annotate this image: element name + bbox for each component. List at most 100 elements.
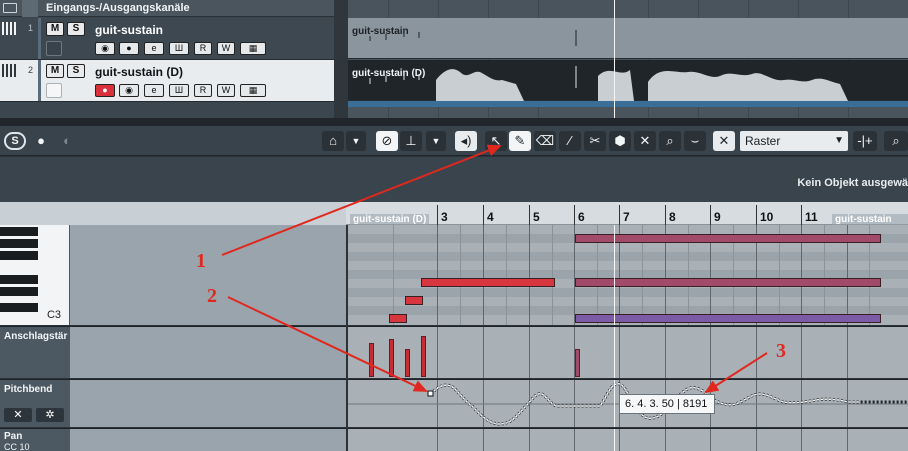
bar-number: 8 [669, 210, 676, 224]
snap-icon[interactable]: ✕ [713, 131, 735, 151]
velocity-bar[interactable] [389, 339, 394, 377]
controller-lane-pad [70, 379, 346, 427]
track-row[interactable]: 2 M S guit-sustain (D) ● ◉ e Ш R W ▦ [0, 60, 346, 102]
edit-button[interactable]: e [144, 42, 164, 55]
project-cursor[interactable] [614, 429, 615, 451]
solo-editor-icon[interactable]: S [4, 132, 26, 150]
split-tool-icon[interactable]: ✂ [584, 131, 606, 151]
controller-lane-pad [70, 428, 346, 451]
acoustic-feedback-icon[interactable]: ◐ [56, 131, 78, 151]
snap-type-select[interactable]: Raster ▼ [740, 131, 848, 151]
track-name[interactable]: guit-sustain [95, 23, 163, 37]
gear-icon[interactable]: ✲ [36, 408, 64, 422]
midi-part-event[interactable]: guit-sustain (D) [348, 60, 908, 101]
instrument-edit-button[interactable]: Ш [169, 84, 189, 97]
insert-velocity-icon[interactable]: ⊥ [400, 131, 422, 151]
record-icon[interactable]: ● [30, 131, 52, 151]
midi-note[interactable] [421, 278, 555, 287]
pointer-tool-icon[interactable]: ↖ [485, 131, 507, 151]
keyboard-icon[interactable]: ▦ [240, 42, 266, 55]
instrument-track-icon [2, 22, 16, 35]
write-automation-button[interactable]: W [217, 84, 235, 97]
snap-type-value: Raster [745, 134, 781, 148]
folder-color-strip [22, 0, 38, 17]
folder-icon[interactable] [3, 3, 17, 13]
track-list-splitter[interactable] [334, 0, 348, 118]
controller-lane-pad [70, 326, 346, 378]
velocity-bar[interactable] [369, 343, 374, 377]
mute-button[interactable]: M [46, 22, 64, 36]
controller-lane-header[interactable]: Pitchbend ✕ ✲ [0, 379, 70, 427]
lane-snap-icon[interactable]: ✕ [4, 408, 32, 422]
record-enable-button[interactable]: ◉ [119, 84, 139, 97]
piano-keyboard[interactable]: C3 [0, 225, 70, 325]
controller-lane-title: Pan [4, 431, 23, 442]
editor-divider[interactable] [0, 118, 908, 126]
midi-note[interactable] [389, 314, 407, 323]
info-line: Kein Objekt ausgewä [0, 157, 908, 202]
midi-note[interactable] [405, 296, 423, 305]
bar-number: 9 [714, 210, 721, 224]
controller-lane-header[interactable]: Pan CC 10 [0, 428, 70, 451]
chevron-down-icon[interactable]: ▼ [346, 131, 366, 151]
chevron-down-icon[interactable]: ▼ [426, 131, 446, 151]
editor-toolbar: S ● ◐ ⌂ ▼ ⊘ ⊥ ▼ ◂) ↖ ✎ ⌫ ∕ ✂ ⬢ ✕ ⌕ ⌣ ✕ R… [0, 126, 908, 156]
velocity-bar[interactable] [405, 349, 410, 377]
velocity-lane[interactable] [348, 326, 908, 378]
bar-ruler[interactable]: guit-sustain (D) guit-sustain (D) 3 4 5 … [346, 202, 908, 236]
track-select-box[interactable] [46, 83, 62, 98]
chevron-down-icon: ▼ [834, 135, 844, 146]
bar-number: 7 [623, 210, 630, 224]
event-notes-preview [369, 30, 577, 46]
project-cursor[interactable] [614, 327, 615, 378]
event-pitchbend-preview [369, 66, 848, 101]
velocity-bar[interactable] [575, 349, 580, 377]
record-enable-button[interactable]: ● [119, 42, 139, 55]
event-display[interactable]: guit-sustain guit-sustain (D) [348, 0, 908, 118]
draw-tool-icon[interactable]: ✎ [509, 131, 531, 151]
folder-track-row[interactable]: Eingangs-/Ausgangskanäle [0, 0, 346, 17]
link-icon[interactable]: ⊘ [376, 131, 398, 151]
erase-tool-icon[interactable]: ⌫ [534, 131, 556, 151]
annotation-label: 2 [207, 285, 217, 307]
pan-lane[interactable] [348, 428, 908, 451]
midi-note[interactable] [575, 234, 881, 243]
midi-part-event[interactable]: guit-sustain [348, 18, 908, 59]
ruler-left-pad [0, 202, 346, 225]
controller-lane-header[interactable]: Anschlagstär [0, 326, 70, 378]
solo-button[interactable]: S [67, 64, 85, 78]
midi-note[interactable] [575, 278, 881, 287]
write-automation-button[interactable]: W [217, 42, 235, 55]
trim-tool-icon[interactable]: ∕ [559, 131, 581, 151]
note-grid[interactable] [348, 225, 908, 325]
mute-tool-icon[interactable]: ✕ [634, 131, 656, 151]
mute-button[interactable]: M [46, 64, 64, 78]
track-number: 2 [28, 65, 34, 75]
read-automation-button[interactable]: R [194, 42, 212, 55]
quantize-icon[interactable]: -|+ [853, 131, 877, 151]
track-name[interactable]: guit-sustain (D) [95, 65, 183, 79]
project-cursor[interactable] [614, 380, 615, 427]
part-label: guit-sustain (D) [350, 214, 430, 225]
search-icon[interactable]: ⌕ [884, 131, 908, 151]
edit-button[interactable]: e [144, 84, 164, 97]
track-color-strip [38, 18, 41, 59]
line-tool-icon[interactable]: ⌣ [684, 131, 706, 151]
glue-tool-icon[interactable]: ⬢ [609, 131, 631, 151]
project-cursor[interactable] [614, 0, 615, 118]
midi-note[interactable] [575, 314, 881, 323]
monitor-button[interactable]: ◉ [95, 42, 115, 55]
monitor-button[interactable]: ● [95, 84, 115, 97]
solo-button[interactable]: S [67, 22, 85, 36]
auto-scroll-icon[interactable]: ⌂ [322, 131, 344, 151]
bar-number: 4 [487, 210, 494, 224]
zoom-tool-icon[interactable]: ⌕ [659, 131, 681, 151]
track-row[interactable]: 1 M S guit-sustain ◉ ● e Ш R W ▦ [0, 18, 346, 60]
velocity-bar[interactable] [421, 336, 426, 377]
speaker-icon[interactable]: ◂) [455, 131, 477, 151]
read-automation-button[interactable]: R [194, 84, 212, 97]
instrument-edit-button[interactable]: Ш [169, 42, 189, 55]
project-cursor[interactable] [614, 225, 615, 325]
keyboard-icon[interactable]: ▦ [240, 84, 266, 97]
track-select-box[interactable] [46, 41, 62, 56]
